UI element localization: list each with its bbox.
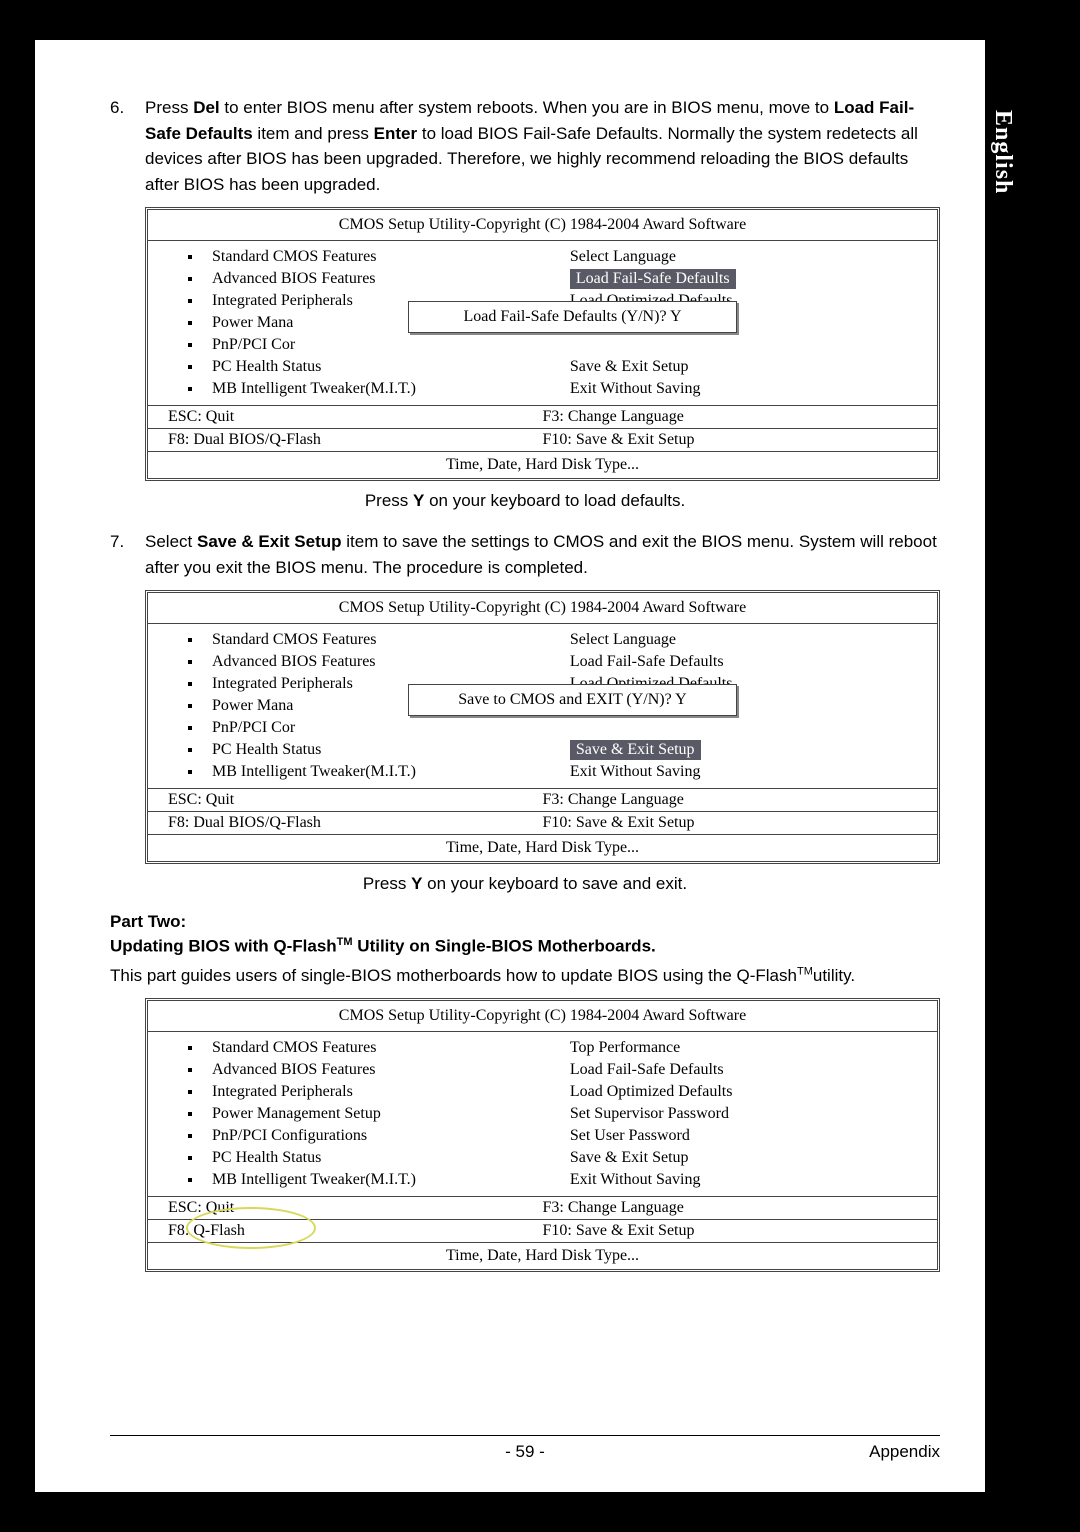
language-tab: English (985, 100, 1020, 204)
key-hint: ESC: Quit (168, 408, 543, 426)
menu-item: Save & Exit Setup (570, 1148, 917, 1168)
bios-title: CMOS Setup Utility-Copyright (C) 1984-20… (148, 1001, 937, 1032)
menu-item-highlighted: Load Fail-Safe Defaults (570, 269, 917, 289)
menu-item: Advanced BIOS Features (188, 1060, 570, 1080)
menu-item: Exit Without Saving (570, 1170, 917, 1190)
menu-item: Standard CMOS Features (188, 1038, 570, 1058)
menu-item: Select Language (570, 630, 917, 650)
menu-item: Advanced BIOS Features (188, 652, 570, 672)
confirm-dialog: Save to CMOS and EXIT (Y/N)? Y (408, 684, 737, 716)
step-7: 7. Select Save & Exit Setup item to save… (110, 529, 940, 580)
body-text: This part guides users of single-BIOS mo… (110, 963, 940, 989)
key-hint: F3: Change Language (543, 408, 918, 426)
bios-screenshot-3: CMOS Setup Utility-Copyright (C) 1984-20… (145, 998, 940, 1272)
status-line: Time, Date, Hard Disk Type... (148, 835, 937, 861)
status-line: Time, Date, Hard Disk Type... (148, 1243, 937, 1269)
menu-item: Set Supervisor Password (570, 1104, 917, 1124)
menu-item: PC Health Status (188, 1148, 570, 1168)
page-footer: - 59 - Appendix (110, 1435, 940, 1462)
menu-item-highlighted: Save & Exit Setup (570, 740, 917, 760)
key-hint: ESC: Quit (168, 791, 543, 809)
menu-item: MB Intelligent Tweaker(M.I.T.) (188, 762, 570, 782)
menu-item: PnP/PCI Configurations (188, 1126, 570, 1146)
menu-item: Power Management Setup (188, 1104, 570, 1124)
caption: Press Y on your keyboard to save and exi… (110, 874, 940, 894)
section-subtitle: Updating BIOS with Q-FlashTM Utility on … (110, 936, 940, 957)
caption: Press Y on your keyboard to load default… (110, 491, 940, 511)
step-number: 6. (110, 95, 145, 197)
step-text: Press Del to enter BIOS menu after syste… (145, 95, 940, 197)
section-title: Part Two: (110, 912, 940, 932)
menu-item: PC Health Status (188, 357, 570, 377)
menu-item: Load Fail-Safe Defaults (570, 652, 917, 672)
page-number: - 59 - (110, 1442, 940, 1462)
menu-item: PC Health Status (188, 740, 570, 760)
key-hint: F8: Q-Flash (168, 1222, 543, 1240)
page-content: English 6. Press Del to enter BIOS menu … (35, 40, 985, 1492)
menu-item: PnP/PCI Cor (188, 718, 570, 738)
menu-item: MB Intelligent Tweaker(M.I.T.) (188, 379, 570, 399)
key-hint: F8: Dual BIOS/Q-Flash (168, 431, 543, 449)
bios-title: CMOS Setup Utility-Copyright (C) 1984-20… (148, 210, 937, 241)
step-text: Select Save & Exit Setup item to save th… (145, 529, 940, 580)
menu-item: Advanced BIOS Features (188, 269, 570, 289)
menu-item: PnP/PCI Cor (188, 335, 570, 355)
key-hint: F8: Dual BIOS/Q-Flash (168, 814, 543, 832)
step-6: 6. Press Del to enter BIOS menu after sy… (110, 95, 940, 197)
status-line: Time, Date, Hard Disk Type... (148, 452, 937, 478)
menu-item: Load Optimized Defaults (570, 1082, 917, 1102)
key-hint: F10: Save & Exit Setup (543, 1222, 918, 1240)
bios-screenshot-1: CMOS Setup Utility-Copyright (C) 1984-20… (145, 207, 940, 481)
key-hint: F10: Save & Exit Setup (543, 431, 918, 449)
key-hint: F10: Save & Exit Setup (543, 814, 918, 832)
menu-item: Standard CMOS Features (188, 247, 570, 267)
confirm-dialog: Load Fail-Safe Defaults (Y/N)? Y (408, 301, 737, 333)
step-number: 7. (110, 529, 145, 580)
key-hint: F3: Change Language (543, 791, 918, 809)
key-hint: F3: Change Language (543, 1199, 918, 1217)
menu-item: MB Intelligent Tweaker(M.I.T.) (188, 1170, 570, 1190)
bios-screenshot-2: CMOS Setup Utility-Copyright (C) 1984-20… (145, 590, 940, 864)
menu-item: Set User Password (570, 1126, 917, 1146)
menu-item: Select Language (570, 247, 917, 267)
menu-item: Save & Exit Setup (570, 357, 917, 377)
menu-item: Standard CMOS Features (188, 630, 570, 650)
menu-item: Top Performance (570, 1038, 917, 1058)
menu-item: Integrated Peripherals (188, 1082, 570, 1102)
menu-item: Exit Without Saving (570, 379, 917, 399)
bios-title: CMOS Setup Utility-Copyright (C) 1984-20… (148, 593, 937, 624)
key-hint: ESC: Quit (168, 1199, 543, 1217)
menu-item: Load Fail-Safe Defaults (570, 1060, 917, 1080)
menu-item: Exit Without Saving (570, 762, 917, 782)
